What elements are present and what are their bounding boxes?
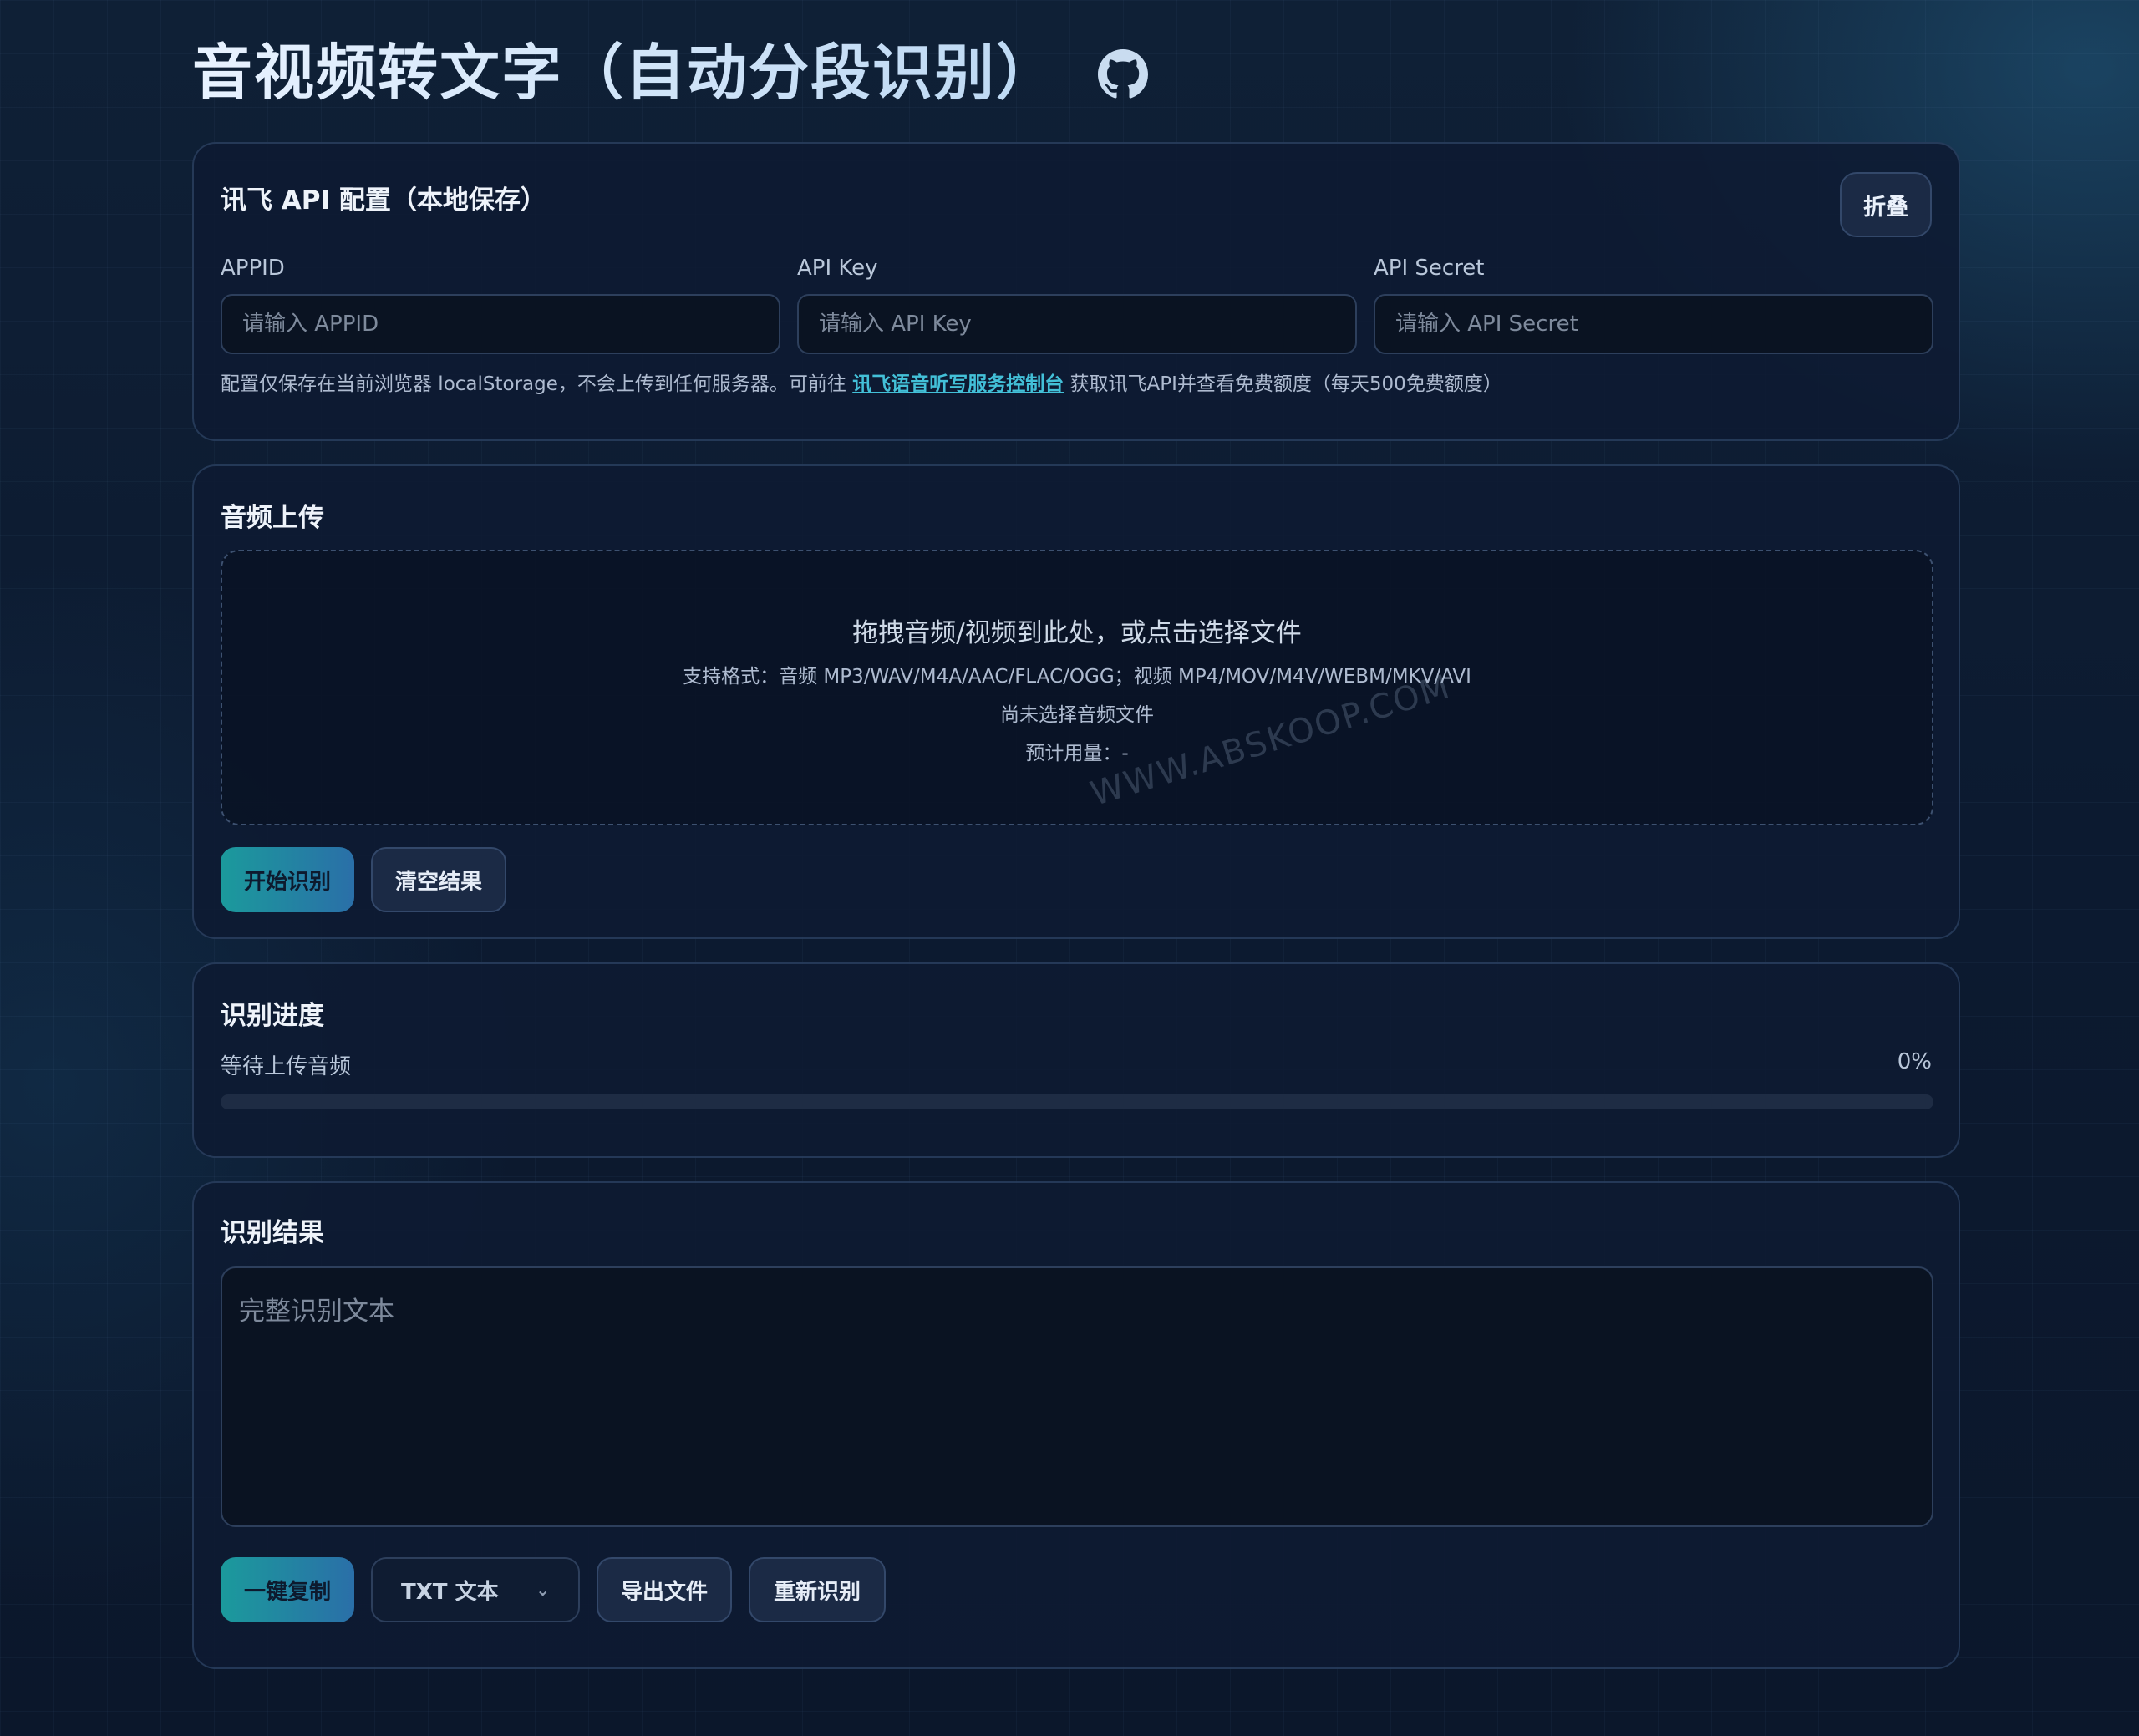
- progress-percent-text: 0%: [1897, 1049, 1932, 1074]
- page-header: 音视频转文字（自动分段识别）: [192, 0, 1960, 142]
- chevron-down-icon: ⌄: [536, 1580, 550, 1600]
- upload-card: 音频上传 拖拽音频/视频到此处，或点击选择文件 支持格式：音频 MP3/WAV/…: [192, 464, 1960, 939]
- api-config-card: 讯飞 API 配置（本地保存） 折叠 APPID API Key API Sec…: [192, 142, 1960, 441]
- github-icon: [1098, 49, 1149, 99]
- start-recognition-button[interactable]: 开始识别: [221, 847, 354, 912]
- api-secret-label: API Secret: [1374, 256, 1485, 281]
- console-link[interactable]: 讯飞语音听写服务控制台: [852, 373, 1064, 395]
- supported-formats-text: 支持格式：音频 MP3/WAV/M4A/AAC/FLAC/OGG；视频 MP4/…: [683, 666, 1471, 688]
- export-file-button[interactable]: 导出文件: [597, 1557, 732, 1622]
- result-textarea[interactable]: [221, 1266, 1933, 1527]
- progress-bar: [221, 1094, 1933, 1109]
- collapse-button[interactable]: 折叠: [1840, 172, 1932, 237]
- config-note-suffix: 获取讯飞API并查看免费额度（每天500免费额度）: [1070, 373, 1502, 395]
- api-key-input[interactable]: [797, 294, 1357, 354]
- main-container: 音视频转文字（自动分段识别） 讯飞 API 配置（本地保存） 折叠 APPID …: [192, 0, 1960, 1669]
- progress-status-text: 等待上传音频: [221, 1054, 352, 1079]
- result-card: 识别结果 一键复制 TXT 文本 ⌄ 导出文件 重新识别: [192, 1181, 1960, 1669]
- file-status-text: 尚未选择音频文件: [1000, 704, 1154, 726]
- file-dropzone[interactable]: 拖拽音频/视频到此处，或点击选择文件 支持格式：音频 MP3/WAV/M4A/A…: [221, 550, 1933, 825]
- export-format-select[interactable]: TXT 文本 ⌄: [371, 1557, 580, 1622]
- clear-results-button[interactable]: 清空结果: [371, 847, 506, 912]
- page-title: 音视频转文字（自动分段识别）: [192, 23, 1058, 111]
- upload-title: 音频上传: [221, 503, 324, 533]
- appid-label: APPID: [221, 256, 285, 281]
- result-title: 识别结果: [221, 1218, 324, 1248]
- config-note-prefix: 配置仅保存在当前浏览器 localStorage，不会上传到任何服务器。可前往: [221, 373, 846, 395]
- config-note: 配置仅保存在当前浏览器 localStorage，不会上传到任何服务器。可前往 …: [221, 368, 1502, 396]
- re-recognize-button[interactable]: 重新识别: [749, 1557, 886, 1622]
- export-format-value: TXT 文本: [401, 1579, 499, 1605]
- progress-title: 识别进度: [221, 1001, 324, 1031]
- api-config-title: 讯飞 API 配置（本地保存）: [221, 185, 546, 216]
- api-key-label: API Key: [797, 256, 878, 281]
- usage-estimate-text: 预计用量：-: [1025, 743, 1129, 764]
- appid-input[interactable]: [221, 294, 780, 354]
- api-secret-input[interactable]: [1374, 294, 1933, 354]
- copy-all-button[interactable]: 一键复制: [221, 1557, 354, 1622]
- dropzone-main-text: 拖拽音频/视频到此处，或点击选择文件: [852, 618, 1302, 648]
- github-link[interactable]: [1098, 49, 1149, 99]
- progress-card: 识别进度 等待上传音频 0%: [192, 962, 1960, 1158]
